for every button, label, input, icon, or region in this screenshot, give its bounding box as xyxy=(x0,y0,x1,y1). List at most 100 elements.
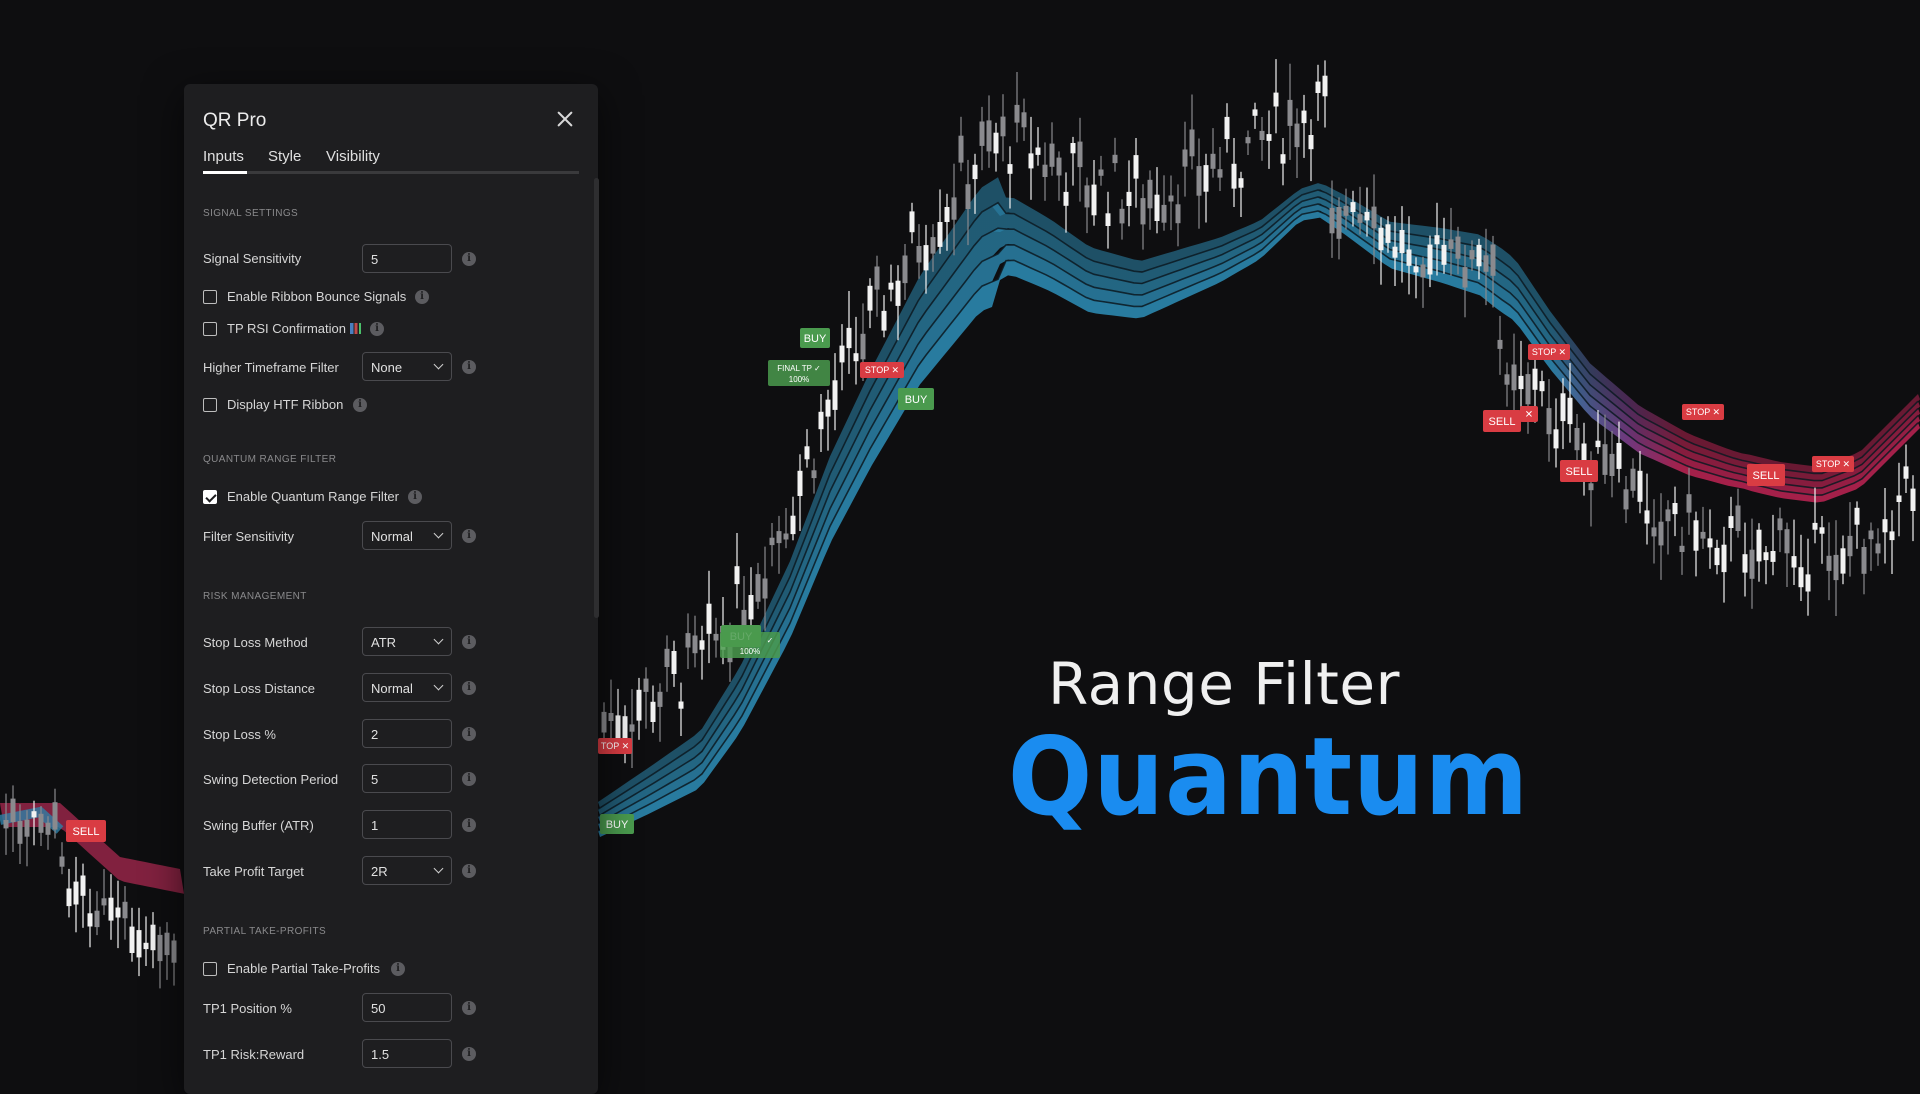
info-icon[interactable]: i xyxy=(462,727,476,741)
candle xyxy=(1427,244,1433,275)
candle xyxy=(1658,521,1664,546)
tp1-rr-input[interactable]: 1.5 xyxy=(362,1039,452,1068)
info-icon[interactable]: i xyxy=(462,635,476,649)
candle xyxy=(1364,211,1370,221)
candle xyxy=(1784,529,1790,554)
candle xyxy=(52,802,58,830)
chevron-down-icon xyxy=(433,863,444,874)
stop-signal-tag-text: STOP ✕ xyxy=(1532,347,1566,357)
candle xyxy=(1665,509,1671,522)
chevron-down-icon xyxy=(433,634,444,645)
candle xyxy=(888,282,894,290)
filter-sensitivity-select[interactable]: Normal xyxy=(362,521,452,550)
candle xyxy=(1273,92,1279,107)
candle xyxy=(650,701,656,722)
candle xyxy=(769,537,775,546)
candle xyxy=(1910,488,1916,511)
info-icon[interactable]: i xyxy=(462,681,476,695)
sl-distance-select[interactable]: Normal xyxy=(362,673,452,702)
info-icon[interactable]: i xyxy=(391,962,405,976)
candle xyxy=(1189,129,1195,157)
candle xyxy=(643,678,649,692)
info-icon[interactable]: i xyxy=(462,864,476,878)
candle xyxy=(115,907,121,918)
candle xyxy=(1322,75,1328,97)
filter-sensitivity-label: Filter Sensitivity xyxy=(203,529,295,544)
candle xyxy=(1749,549,1755,579)
tp-target-value: 2R xyxy=(371,864,388,879)
tp1-position-input[interactable]: 50 xyxy=(362,993,452,1022)
info-icon[interactable]: i xyxy=(462,252,476,266)
sl-pct-label: Stop Loss % xyxy=(203,727,276,742)
info-icon[interactable]: i xyxy=(408,490,422,504)
enable-qrf-checkbox[interactable] xyxy=(203,490,217,504)
tp-tag: ✓ 100% xyxy=(720,632,780,658)
sl-pct-input[interactable]: 2 xyxy=(362,719,452,748)
candle xyxy=(1707,538,1713,548)
candle xyxy=(1903,466,1909,479)
candle xyxy=(66,888,72,907)
candle xyxy=(1588,483,1594,491)
candle xyxy=(902,255,908,284)
info-icon[interactable]: i xyxy=(462,1047,476,1061)
partial-tp-label: Enable Partial Take-Profits xyxy=(227,961,380,976)
htf-filter-select[interactable]: None xyxy=(362,352,452,381)
candle xyxy=(734,566,740,585)
sell-signal-tag: SELL xyxy=(1483,410,1521,432)
sell-signal-tag: SELL xyxy=(1560,460,1598,482)
candle xyxy=(1000,116,1006,137)
candle xyxy=(45,822,51,835)
info-icon[interactable]: i xyxy=(415,290,429,304)
signal-sensitivity-input[interactable]: 5 xyxy=(362,244,452,273)
info-icon[interactable]: i xyxy=(370,322,384,336)
candle xyxy=(909,211,915,233)
tp-target-select[interactable]: 2R xyxy=(362,856,452,885)
candle xyxy=(1147,179,1153,209)
htf-ribbon-checkbox[interactable] xyxy=(203,398,217,412)
tp-tag-percent: 100% xyxy=(740,647,760,656)
candle xyxy=(1553,429,1559,449)
info-icon[interactable]: i xyxy=(462,360,476,374)
candle xyxy=(1112,154,1118,164)
candle xyxy=(748,595,754,620)
candle xyxy=(1616,443,1622,469)
candle xyxy=(783,533,789,540)
candle xyxy=(699,640,705,650)
candle xyxy=(993,132,999,154)
info-icon[interactable]: i xyxy=(462,1001,476,1015)
candle xyxy=(1756,529,1762,562)
candle xyxy=(1385,224,1391,243)
buy-signal-tag-text: BUY xyxy=(905,394,928,406)
candle xyxy=(1679,545,1685,552)
ribbon-bounce-checkbox[interactable] xyxy=(203,290,217,304)
sl-method-select[interactable]: ATR xyxy=(362,627,452,656)
info-icon[interactable]: i xyxy=(462,818,476,832)
candle xyxy=(1532,368,1538,390)
candle xyxy=(129,926,135,953)
candle xyxy=(1644,510,1650,524)
candle xyxy=(1392,246,1398,258)
swing-buffer-input[interactable]: 1 xyxy=(362,810,452,839)
candle xyxy=(1511,364,1517,391)
sl-method-label: Stop Loss Method xyxy=(203,635,308,650)
info-icon[interactable]: i xyxy=(353,398,367,412)
buy-signal-tag-text: BUY xyxy=(606,819,629,831)
candle xyxy=(31,811,37,818)
stop-signal-tag: TOP ✕ xyxy=(598,738,632,754)
candle xyxy=(1567,397,1573,425)
candle xyxy=(1056,157,1062,176)
candle xyxy=(1399,230,1405,254)
candle xyxy=(1294,123,1300,148)
swing-period-input[interactable]: 5 xyxy=(362,764,452,793)
partial-tp-checkbox[interactable] xyxy=(203,962,217,976)
candle xyxy=(1140,198,1146,225)
tp-rsi-checkbox[interactable] xyxy=(203,322,217,336)
tp-rsi-label: TP RSI Confirmation xyxy=(227,321,361,336)
candle xyxy=(1742,554,1748,573)
sl-distance-value: Normal xyxy=(371,681,413,696)
candle xyxy=(10,798,16,823)
candle xyxy=(867,285,873,311)
info-icon[interactable]: i xyxy=(462,772,476,786)
candle xyxy=(601,711,607,733)
info-icon[interactable]: i xyxy=(462,529,476,543)
